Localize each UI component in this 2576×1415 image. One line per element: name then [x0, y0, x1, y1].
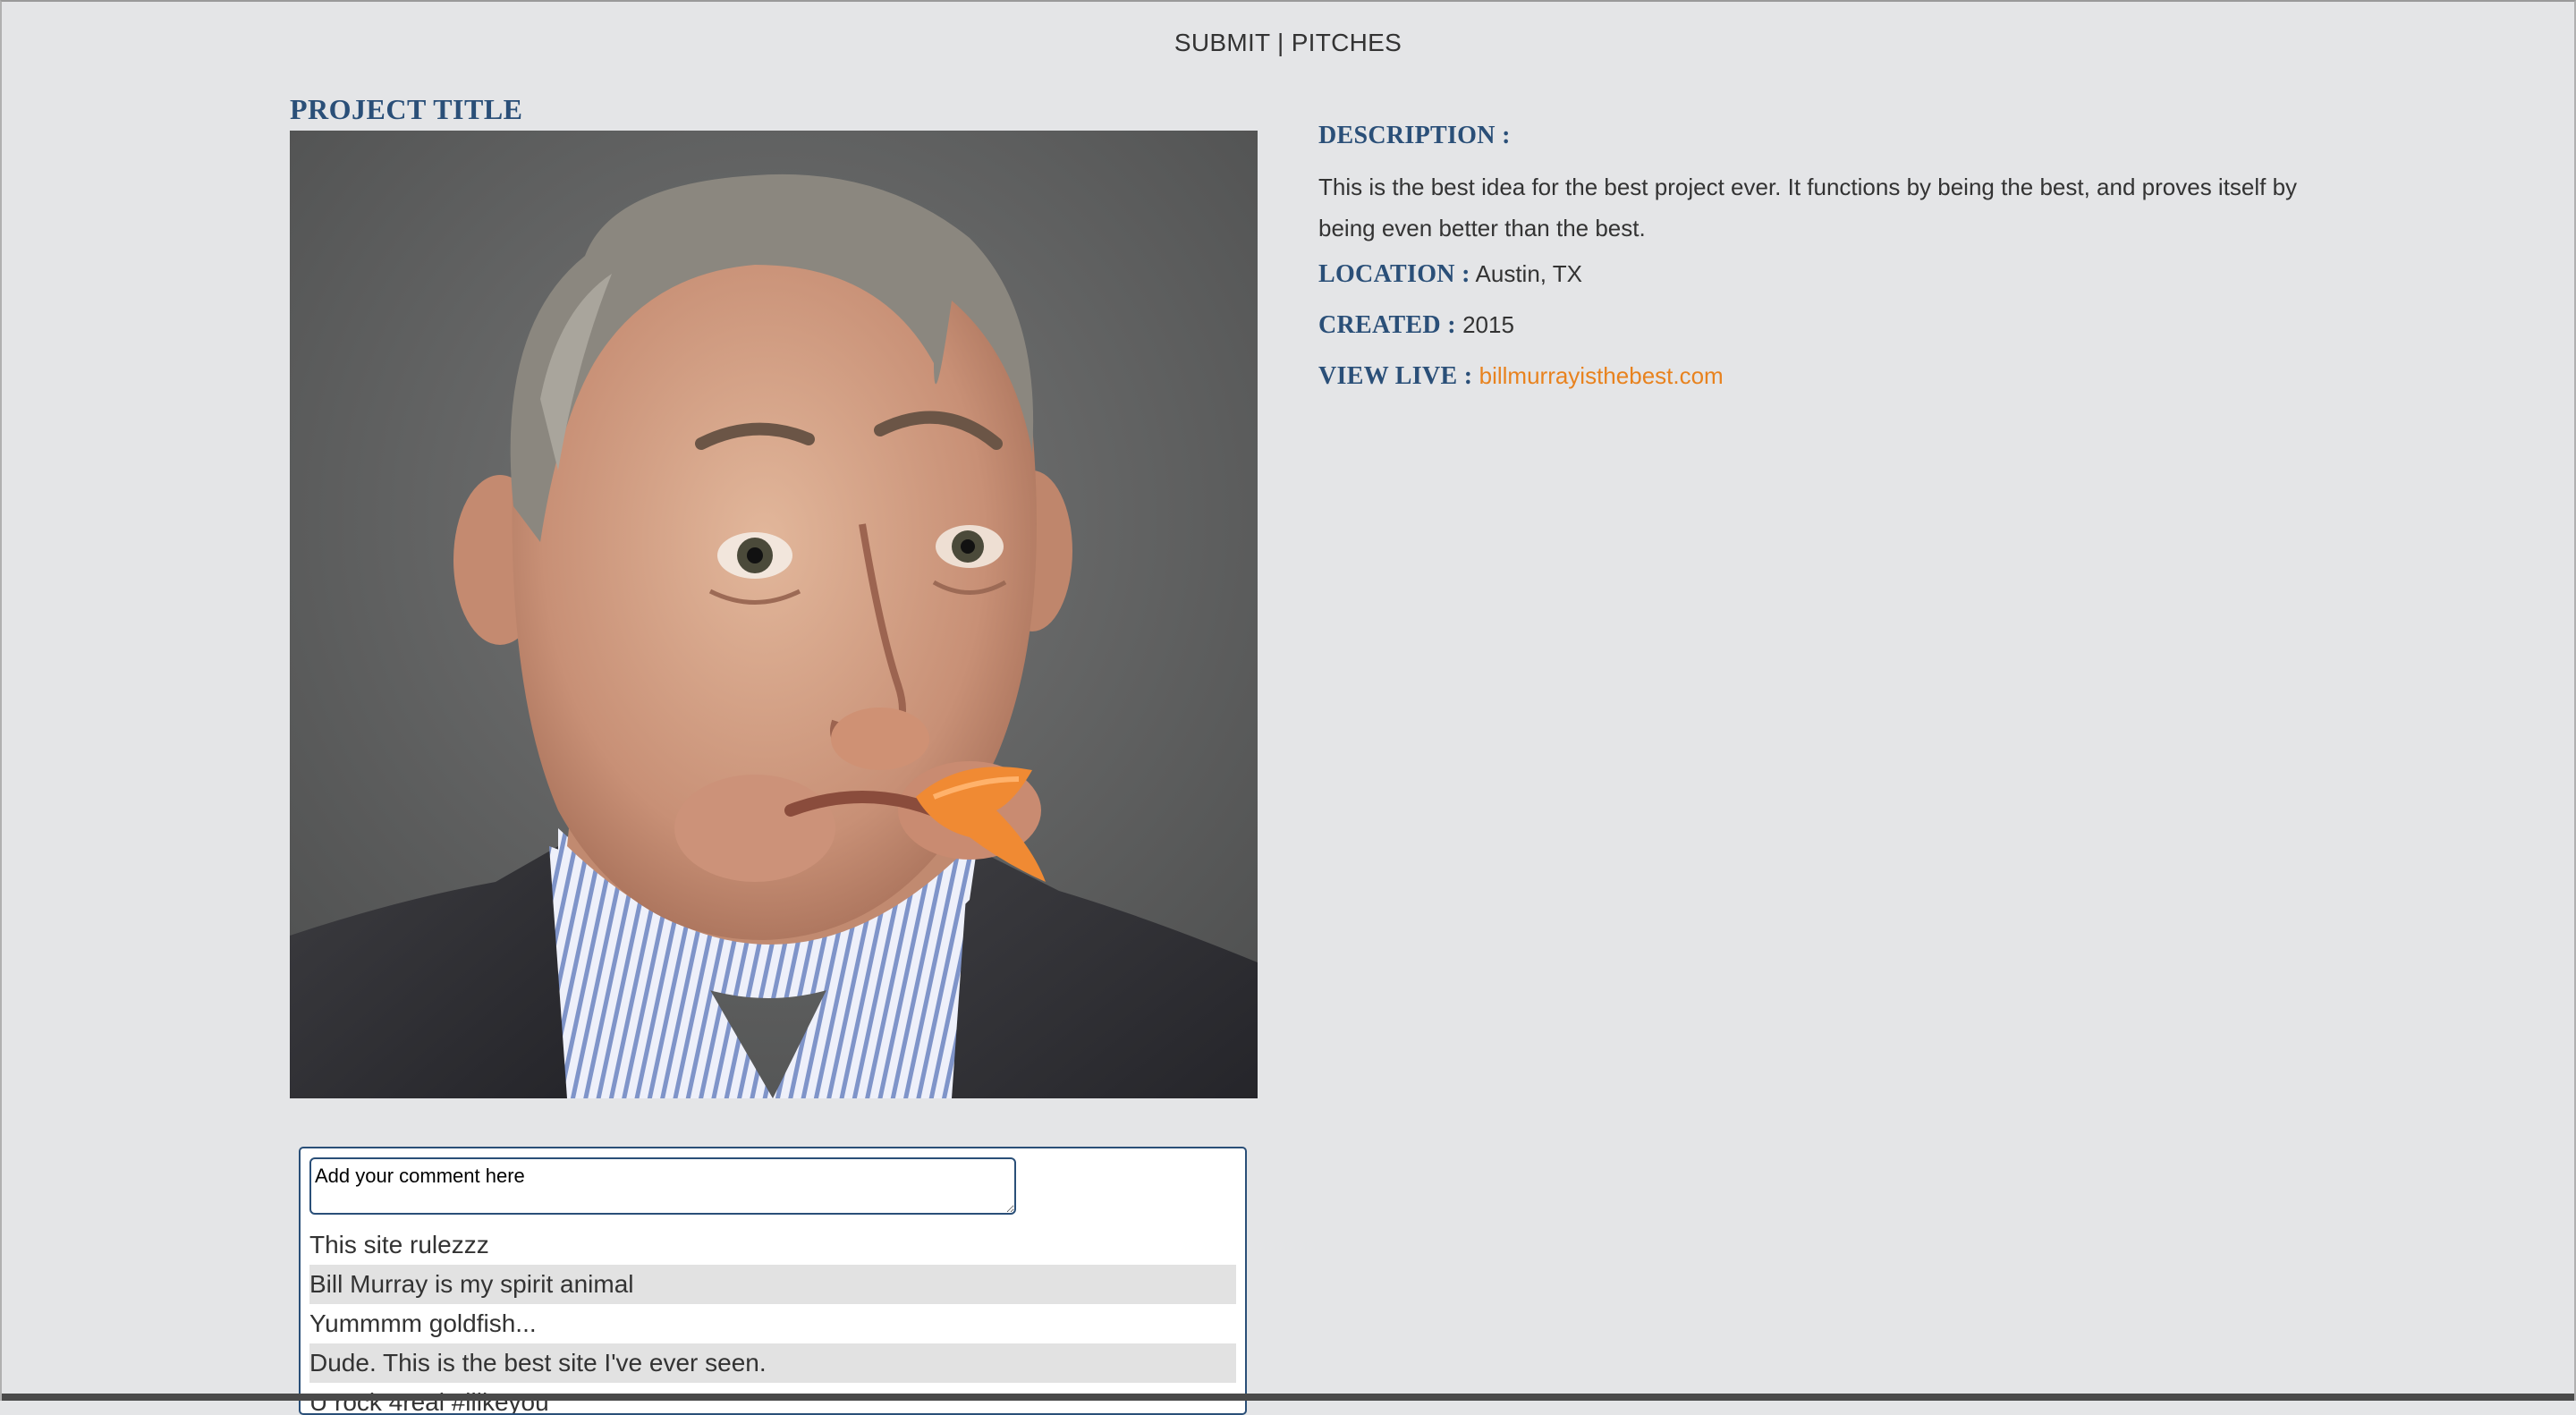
location-value: Austin, TX [1475, 260, 1582, 287]
comment-input[interactable] [309, 1157, 1016, 1215]
view-live-row: VIEW LIVE : billmurrayisthebest.com [1318, 360, 2302, 393]
description-text: This is the best idea for the best proje… [1318, 174, 2298, 241]
project-title: PROJECT TITLE [290, 93, 523, 125]
view-live-label: VIEW LIVE : [1318, 362, 1473, 390]
nav-separator: | [1277, 29, 1284, 56]
nav-submit-link[interactable]: SUBMIT [1174, 29, 1270, 56]
view-live-link[interactable]: billmurrayisthebest.com [1479, 362, 1724, 389]
project-details: DESCRIPTION : This is the best idea for … [1318, 122, 2302, 411]
top-nav: SUBMIT | PITCHES [2, 29, 2574, 57]
created-row: CREATED : 2015 [1318, 309, 2302, 342]
comments-panel: This site rulezzz Bill Murray is my spir… [299, 1147, 1247, 1415]
location-label: LOCATION : [1318, 260, 1470, 288]
description-label: DESCRIPTION : [1318, 122, 1511, 149]
created-value: 2015 [1462, 311, 1514, 338]
project-photo [290, 131, 1258, 1098]
portrait-photo-icon [290, 131, 1258, 1098]
created-label: CREATED : [1318, 311, 1456, 339]
comment-item: This site rulezzz [309, 1231, 489, 1258]
location-row: LOCATION : Austin, TX [1318, 258, 2302, 291]
comment-item: Yummmm goldfish... [309, 1309, 537, 1337]
nav-pitches-link[interactable]: PITCHES [1292, 29, 1402, 56]
comment-list: This site rulezzz Bill Murray is my spir… [309, 1225, 1236, 1413]
comment-item: Dude. This is the best site I've ever se… [309, 1343, 1236, 1383]
comment-item: Bill Murray is my spirit animal [309, 1265, 1236, 1304]
window-bottom-edge [2, 1394, 2574, 1401]
